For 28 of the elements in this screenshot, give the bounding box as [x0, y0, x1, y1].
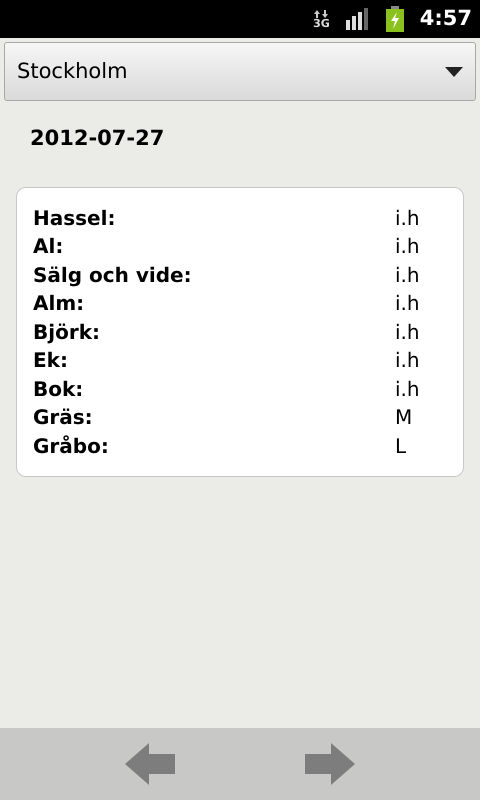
city-dropdown[interactable]: Stockholm	[4, 42, 476, 101]
pollen-type: Gråbo:	[33, 432, 110, 460]
pollen-type: Sälg och vide:	[33, 262, 193, 289]
pollen-level: i.h	[395, 347, 420, 374]
pollen-level: i.h	[395, 204, 420, 232]
battery-charging-icon	[386, 6, 404, 32]
pollen-level: i.h	[395, 290, 420, 318]
data-arrows-icon	[314, 10, 328, 18]
right-arrow-icon	[305, 743, 355, 785]
network-type: 3G	[313, 18, 330, 28]
pollen-level: L	[395, 432, 406, 460]
left-arrow-icon	[125, 743, 175, 785]
signal-icon	[346, 8, 370, 30]
dropdown-caret-icon	[445, 66, 463, 76]
pollen-type: Bok:	[33, 376, 84, 403]
pollen-level: M	[395, 404, 412, 432]
date: 2012-07-27	[30, 125, 166, 152]
pollen-type: Ek:	[33, 347, 69, 374]
pollen-type: Alm:	[33, 290, 86, 318]
clock: 4:57	[420, 5, 472, 32]
pollen-level: i.h	[395, 262, 420, 289]
pollen-level: i.h	[395, 318, 420, 346]
pollen-type: Björk:	[33, 318, 102, 346]
pollen-type: Al:	[33, 233, 64, 260]
pollen-level: i.h	[395, 233, 420, 260]
pollen-type: Hassel:	[33, 204, 116, 232]
pollen-type: Gräs:	[33, 404, 94, 432]
pollen-level: i.h	[395, 376, 420, 403]
